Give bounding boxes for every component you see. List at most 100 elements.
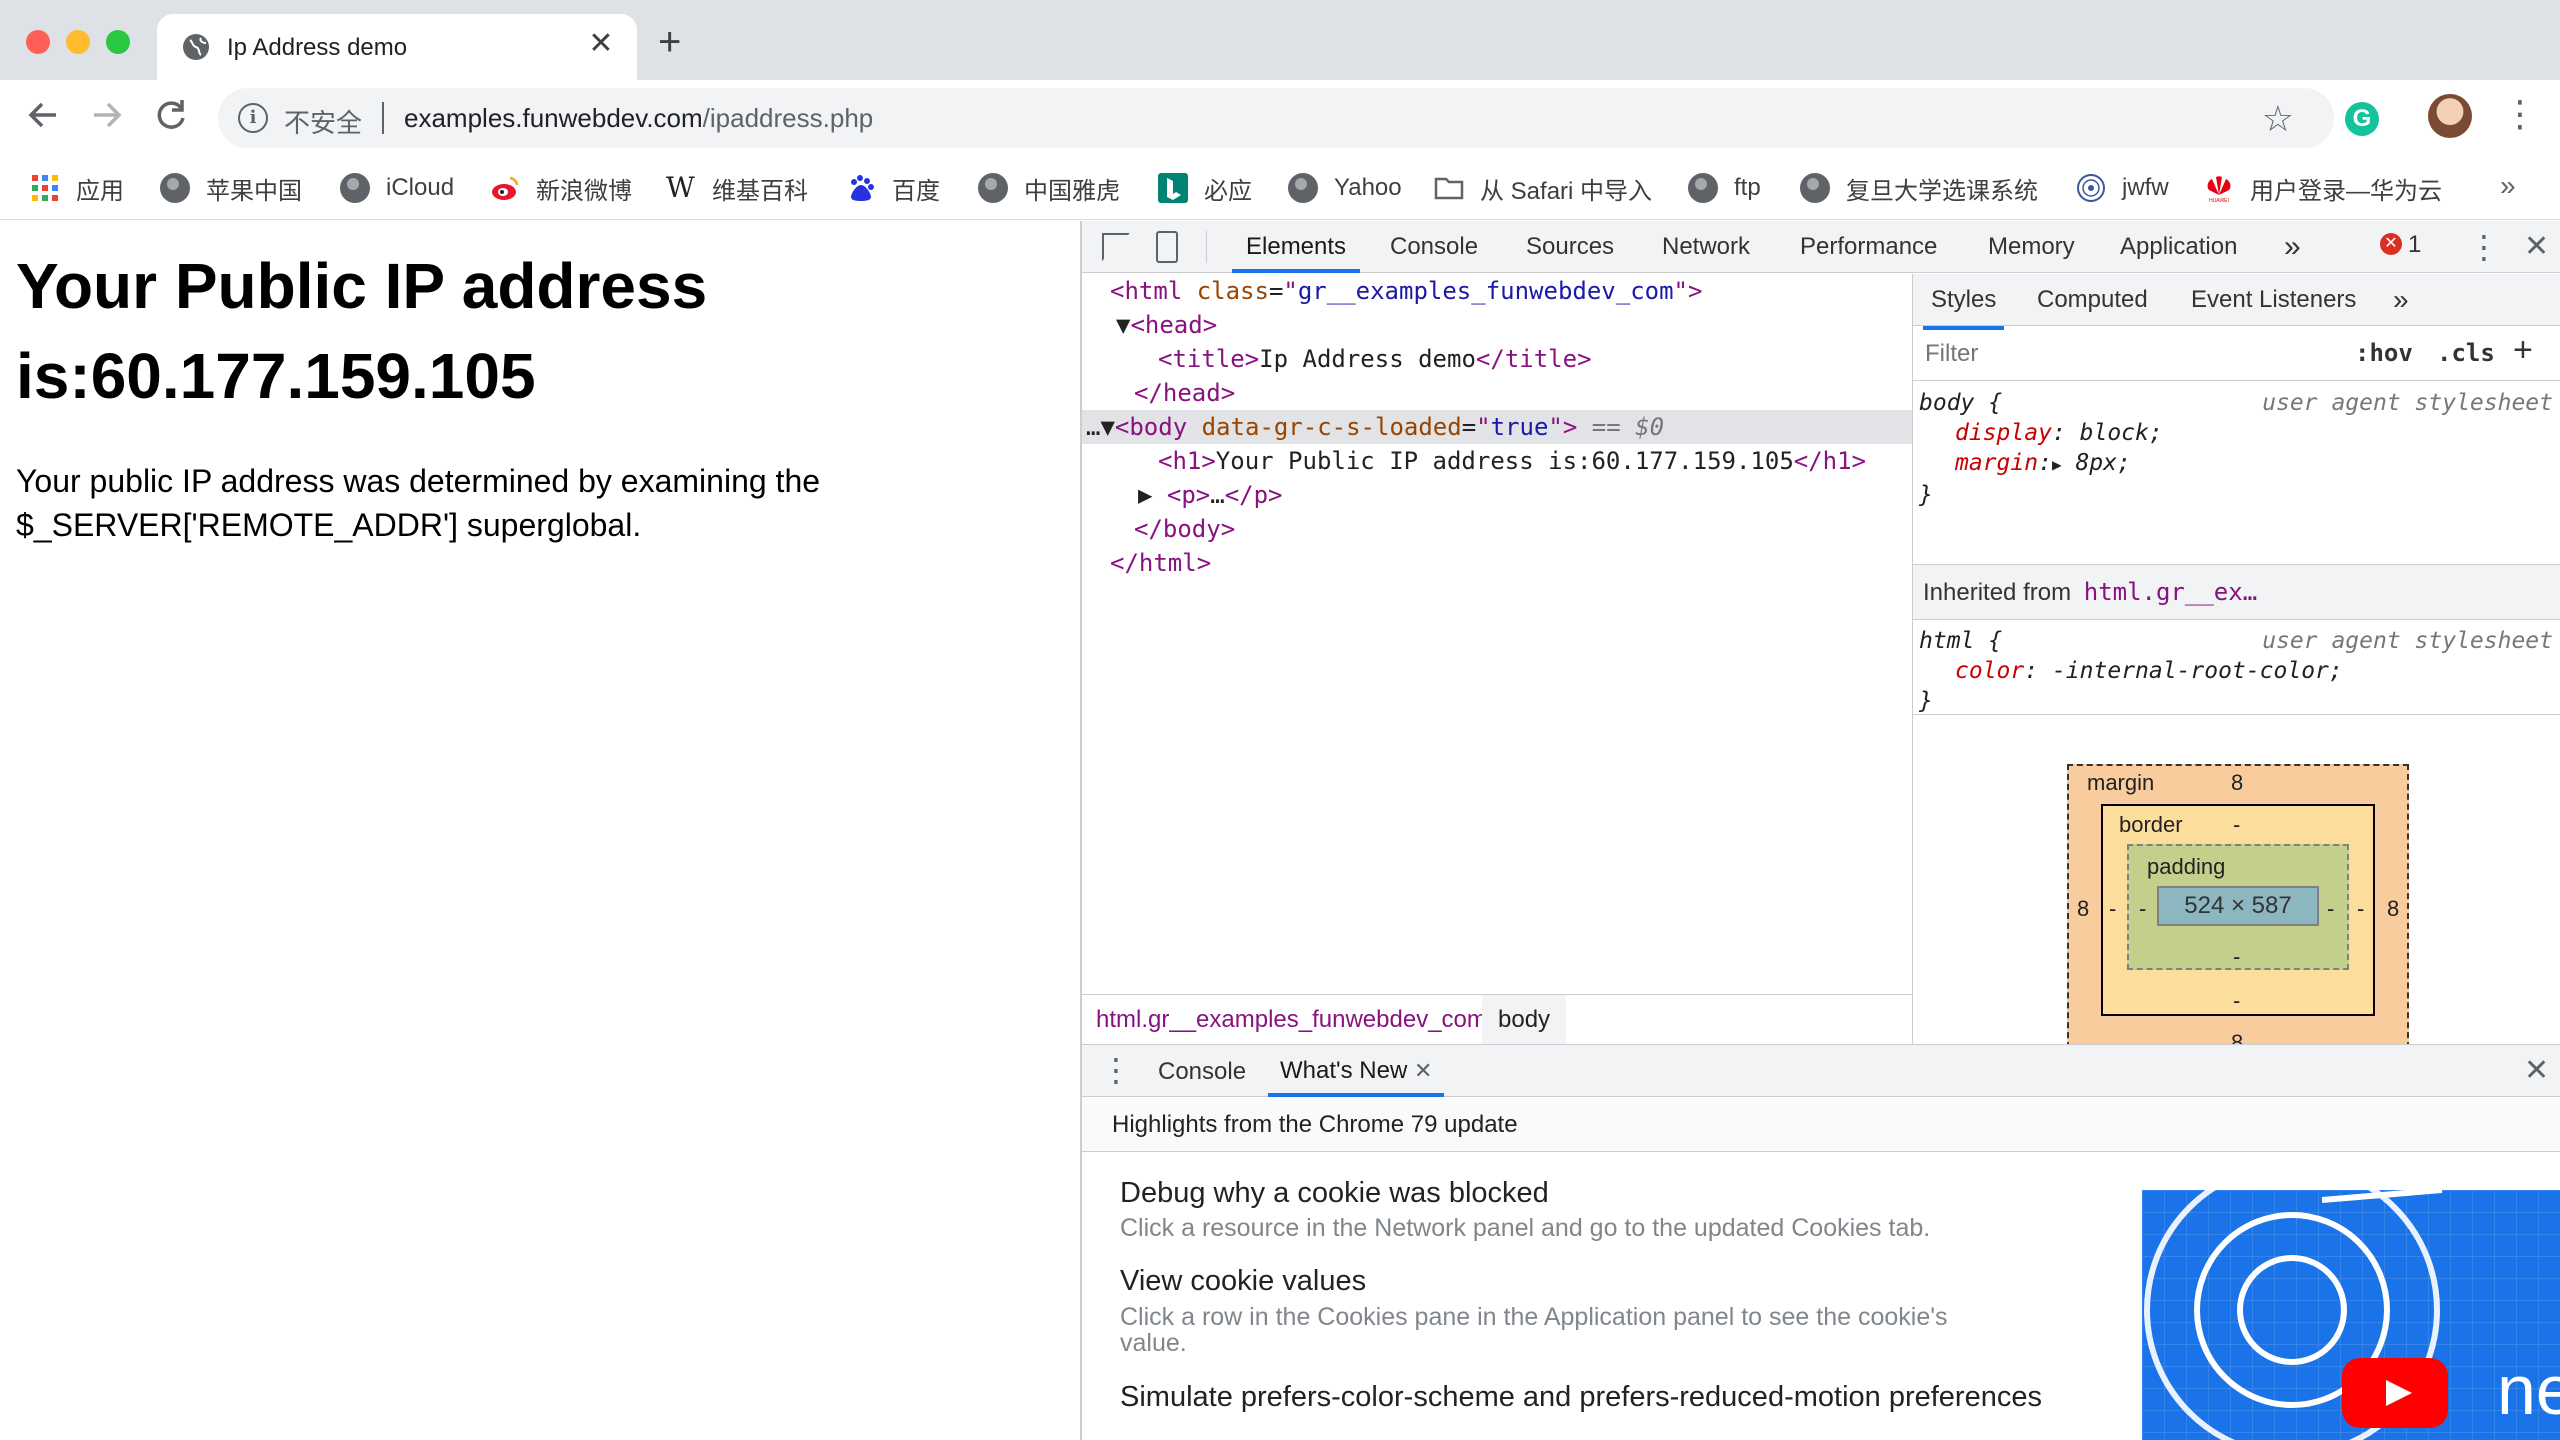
bookmark-baidu[interactable]: 百度 xyxy=(846,166,940,210)
dom-node-h1[interactable]: <h1>Your Public IP address is:60.177.159… xyxy=(1082,444,1912,478)
css-value[interactable]: 8px; xyxy=(2075,450,2130,476)
rule-source[interactable]: user agent stylesheet xyxy=(2262,388,2553,418)
drawer-tab-whats-new[interactable]: What's New ✕ xyxy=(1268,1045,1445,1097)
dom-node-html[interactable]: <html class="gr__examples_funwebdev_com"… xyxy=(1082,274,1912,308)
expand-triangle-icon[interactable]: ▶ xyxy=(1138,481,1152,509)
tab-application[interactable]: Application xyxy=(2120,221,2237,273)
more-tabs-icon[interactable]: » xyxy=(2284,221,2301,273)
device-toolbar-icon[interactable] xyxy=(1156,231,1178,263)
border-right-value[interactable]: - xyxy=(2357,896,2364,922)
dom-node-title[interactable]: <title>Ip Address demo</title> xyxy=(1082,342,1912,376)
breadcrumb-body[interactable]: body xyxy=(1482,995,1567,1045)
css-value[interactable]: -internal-root-color; xyxy=(2052,658,2343,684)
minimize-window-button[interactable] xyxy=(66,30,90,54)
bookmark-fudan[interactable]: 复旦大学选课系统 xyxy=(1800,166,2038,210)
bookmark-yahoo-china[interactable]: 中国雅虎 xyxy=(978,166,1120,210)
border-bottom-value[interactable]: - xyxy=(2233,988,2240,1014)
close-drawer-icon[interactable]: ✕ xyxy=(2524,1053,2549,1088)
drawer-menu-icon[interactable]: ⋮ xyxy=(1100,1051,1132,1089)
bookmark-bing[interactable]: 必应 xyxy=(1158,166,1252,210)
class-toggle[interactable]: .cls xyxy=(2437,339,2495,367)
margin-top-value[interactable]: 8 xyxy=(2231,770,2243,796)
browser-tab[interactable]: Ip Address demo ✕ xyxy=(157,14,637,80)
expand-triangle-icon[interactable]: ▶ xyxy=(2052,455,2062,474)
padding-left-value[interactable]: - xyxy=(2139,896,2146,922)
bookmark-weibo[interactable]: 新浪微博 xyxy=(490,166,632,210)
bookmark-star-icon[interactable]: ☆ xyxy=(2262,98,2294,140)
dom-node-head-close[interactable]: </head> xyxy=(1082,376,1912,410)
devtools-menu-icon[interactable]: ⋮ xyxy=(2468,221,2500,273)
news-item-title[interactable]: Simulate prefers-color-scheme and prefer… xyxy=(1120,1381,2042,1414)
tab-close-icon[interactable]: ✕ xyxy=(583,26,619,62)
dom-node-html-close[interactable]: </html> xyxy=(1082,546,1912,580)
collapse-triangle-icon[interactable]: ▼ xyxy=(1116,311,1130,339)
margin-left-value[interactable]: 8 xyxy=(2077,896,2089,922)
elements-tree[interactable]: <html class="gr__examples_funwebdev_com"… xyxy=(1082,274,1912,996)
reload-icon[interactable] xyxy=(146,90,196,140)
tab-computed[interactable]: Computed xyxy=(2037,274,2148,326)
more-bookmarks-icon[interactable]: » xyxy=(2500,170,2516,202)
tab-network[interactable]: Network xyxy=(1662,221,1750,273)
tab-elements[interactable]: Elements xyxy=(1232,221,1361,273)
dom-node-body[interactable]: …▼<body data-gr-c-s-loaded="true"> == $0 xyxy=(1082,410,1912,444)
address-bar[interactable]: i 不安全 examples.funwebdev.com/ipaddress.p… xyxy=(218,88,2334,148)
css-value[interactable]: block; xyxy=(2080,420,2163,446)
padding-bottom-value[interactable]: - xyxy=(2233,944,2240,970)
back-arrow-icon[interactable] xyxy=(18,90,68,140)
more-dots-icon[interactable]: … xyxy=(1086,413,1100,441)
dom-node-head[interactable]: ▼<head> xyxy=(1082,308,1912,342)
profile-avatar[interactable] xyxy=(2428,94,2472,138)
css-property[interactable]: margin xyxy=(1955,450,2038,476)
new-style-rule-icon[interactable]: + xyxy=(2513,331,2533,370)
inherited-source[interactable]: html.gr__ex… xyxy=(2084,578,2257,606)
bookmark-wikipedia[interactable]: W 维基百科 xyxy=(666,166,808,210)
dom-node-body-close[interactable]: </body> xyxy=(1082,512,1912,546)
error-icon[interactable]: ✕ xyxy=(2380,233,2402,255)
bookmark-huawei-cloud[interactable]: HUAWEI 用户登录—华为云 xyxy=(2204,166,2442,210)
close-devtools-icon[interactable]: ✕ xyxy=(2524,221,2549,273)
bookmark-ftp[interactable]: ftp xyxy=(1688,166,1761,210)
youtube-play-button[interactable] xyxy=(2342,1358,2448,1428)
tab-memory[interactable]: Memory xyxy=(1988,221,2075,273)
rule-source[interactable]: user agent stylesheet xyxy=(2262,626,2553,656)
forward-arrow-icon[interactable] xyxy=(82,90,132,140)
styles-filter-input[interactable] xyxy=(1921,335,2341,373)
bookmark-jwfw[interactable]: jwfw xyxy=(2076,166,2169,210)
css-property[interactable]: color xyxy=(1955,658,2024,684)
close-window-button[interactable] xyxy=(26,30,50,54)
zoom-window-button[interactable] xyxy=(106,30,130,54)
inspect-element-icon[interactable] xyxy=(1102,233,1130,261)
style-rule-html[interactable]: html {user agent stylesheet color: -inte… xyxy=(1913,626,2560,716)
error-count[interactable]: 1 xyxy=(2408,231,2421,259)
bookmark-icloud[interactable]: iCloud xyxy=(340,166,454,210)
border-left-value[interactable]: - xyxy=(2109,896,2116,922)
css-property[interactable]: display xyxy=(1955,420,2052,446)
grammarly-extension-icon[interactable]: G xyxy=(2345,102,2379,136)
info-icon[interactable]: i xyxy=(238,103,268,133)
hover-state-toggle[interactable]: :hov xyxy=(2355,339,2413,367)
tab-event-listeners[interactable]: Event Listeners xyxy=(2191,274,2356,326)
tab-console[interactable]: Console xyxy=(1390,221,1478,273)
browser-menu-icon[interactable]: ⋮ xyxy=(2502,94,2538,134)
more-tabs-icon[interactable]: » xyxy=(2393,274,2409,326)
news-item-title[interactable]: View cookie values xyxy=(1120,1265,1366,1298)
whats-new-video[interactable]: ne xyxy=(2142,1190,2560,1440)
close-tab-icon[interactable]: ✕ xyxy=(1414,1058,1432,1083)
tab-performance[interactable]: Performance xyxy=(1800,221,1937,273)
bookmark-yahoo[interactable]: Yahoo xyxy=(1288,166,1402,210)
security-label[interactable]: 不安全 xyxy=(284,103,362,140)
box-model-content[interactable]: 524 × 587 xyxy=(2157,886,2319,926)
collapse-triangle-icon[interactable]: ▼ xyxy=(1100,413,1114,441)
bookmark-folder-safari[interactable]: 从 Safari 中导入 xyxy=(1434,166,1652,210)
border-top-value[interactable]: - xyxy=(2233,812,2240,838)
bookmark-apps[interactable]: 应用 xyxy=(30,166,124,210)
url-text[interactable]: examples.funwebdev.com/ipaddress.php xyxy=(404,103,873,134)
drawer-tab-console[interactable]: Console xyxy=(1158,1058,1246,1086)
breadcrumb-html[interactable]: html.gr__examples_funwebdev_com xyxy=(1096,995,1487,1045)
dom-node-p[interactable]: ▶ <p>…</p> xyxy=(1082,478,1912,512)
new-tab-button[interactable]: + xyxy=(658,22,681,62)
margin-right-value[interactable]: 8 xyxy=(2387,896,2399,922)
news-item-title[interactable]: Debug why a cookie was blocked xyxy=(1120,1177,1549,1210)
padding-right-value[interactable]: - xyxy=(2327,896,2334,922)
tab-sources[interactable]: Sources xyxy=(1526,221,1614,273)
